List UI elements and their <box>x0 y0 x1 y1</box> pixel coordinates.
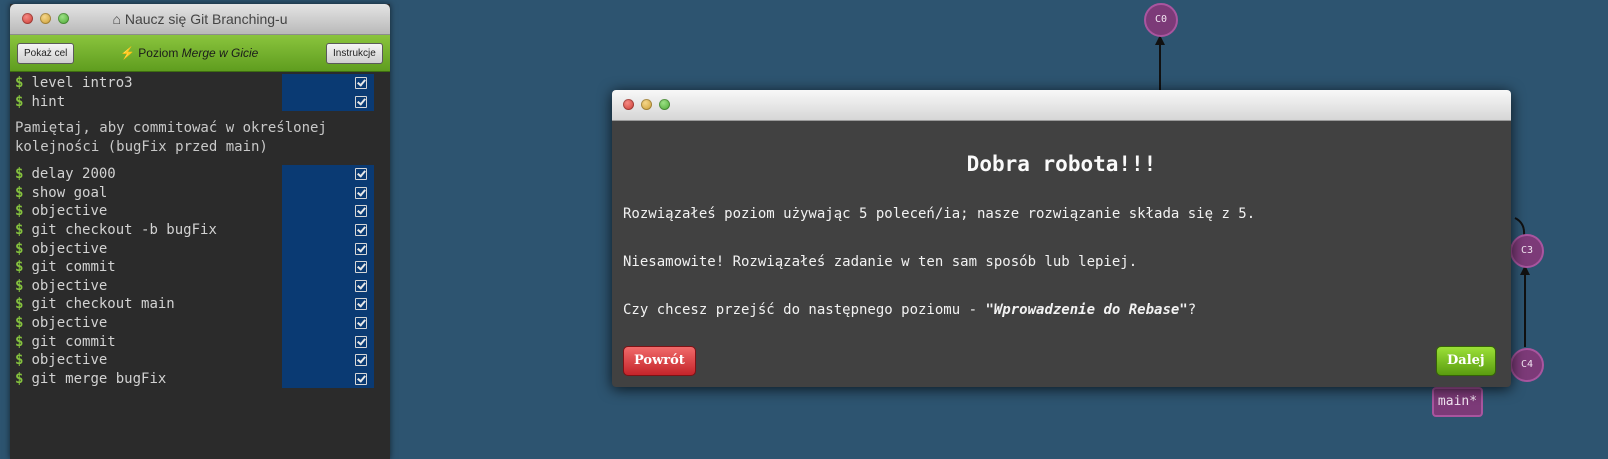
command-row: $ git merge bugFix <box>10 369 390 389</box>
dialog-next-level-question: Czy chcesz przejść do następnego poziomu… <box>623 302 1196 318</box>
next-button[interactable]: Dalej <box>1436 346 1496 376</box>
command-row: $ show goal <box>10 183 390 203</box>
checkbox-checked-icon <box>355 335 367 348</box>
prompt-symbol: $ <box>15 166 24 183</box>
level-name: Merge w Gicie <box>181 46 259 60</box>
dialog-result-line: Rozwiązałeś poziom używając 5 poleceń/ia… <box>623 206 1256 222</box>
command-text: objective <box>31 314 108 331</box>
prompt-symbol: $ <box>15 259 24 276</box>
prompt-symbol: $ <box>15 370 24 387</box>
command-row: $ hint <box>10 92 390 112</box>
terminal-title: ⌂ Naucz się Git Branching-u <box>10 11 390 27</box>
home-icon: ⌂ <box>112 11 121 27</box>
command-text: level intro3 <box>31 75 133 91</box>
branch-label-main[interactable]: main* <box>1432 387 1483 417</box>
prompt-symbol: $ <box>15 333 24 350</box>
command-text: hint <box>31 93 66 110</box>
instructions-button[interactable]: Instrukcje <box>326 43 383 64</box>
command-text: git checkout -b bugFix <box>31 221 217 238</box>
checkbox-checked-icon <box>355 298 367 311</box>
checkbox-checked-icon <box>355 261 367 274</box>
command-text: objective <box>31 203 108 220</box>
next-level-prefix: Czy chcesz przejść do następnego poziomu… <box>623 302 986 318</box>
checkbox-checked-icon <box>355 316 367 329</box>
app-title: Naucz się Git Branching-u <box>124 11 288 27</box>
command-text: git commit <box>31 333 116 350</box>
checkbox-checked-icon <box>355 354 367 367</box>
command-row: $ level intro3 <box>10 74 390 93</box>
level-prefix: Poziom <box>138 46 179 60</box>
checkbox-checked-icon <box>355 168 367 181</box>
command-row: $ delay 2000 <box>10 165 390 184</box>
command-text: objective <box>31 352 108 369</box>
prompt-symbol: $ <box>15 296 24 313</box>
command-text: git checkout main <box>31 296 175 313</box>
prompt-symbol: $ <box>15 203 24 220</box>
checkbox-checked-icon <box>355 77 367 89</box>
dialog-titlebar <box>612 90 1511 121</box>
checkbox-checked-icon <box>355 242 367 255</box>
command-row: $ git checkout -b bugFix <box>10 220 390 240</box>
level-complete-dialog: Dobra robota!!! Rozwiązałeś poziom używa… <box>612 90 1511 387</box>
prompt-symbol: $ <box>15 221 24 238</box>
terminal-output: $ level intro3 $ hint Pamiętaj, aby commit… <box>10 72 390 389</box>
edge-c3-curve <box>1514 217 1526 236</box>
prompt-symbol: $ <box>15 240 24 257</box>
command-row: $ git checkout main <box>10 295 390 314</box>
checkbox-checked-icon <box>355 279 367 292</box>
checkbox-checked-icon <box>355 95 367 108</box>
dialog-heading: Dobra robota!!! <box>966 152 1157 176</box>
lightning-icon: ⚡ <box>120 46 135 60</box>
dialog-praise-line: Niesamowite! Rozwiązałeś zadanie w ten s… <box>623 254 1138 270</box>
terminal-titlebar: ⌂ Naucz się Git Branching-u <box>10 4 390 35</box>
dialog-close-icon[interactable] <box>623 99 634 110</box>
checkbox-checked-icon <box>355 372 367 385</box>
show-goal-button[interactable]: Pokaż cel <box>17 43 75 64</box>
command-row: $ git commit <box>10 332 390 352</box>
command-row: $ objective <box>10 276 390 296</box>
command-row: $ objective <box>10 239 390 259</box>
command-row: $ objective <box>10 351 390 370</box>
checkbox-checked-icon <box>355 205 367 218</box>
prompt-symbol: $ <box>15 352 24 369</box>
checkbox-checked-icon <box>355 223 367 236</box>
prompt-symbol: $ <box>15 277 24 294</box>
command-text: show goal <box>31 184 108 201</box>
command-row: $ git commit <box>10 258 390 277</box>
prompt-symbol: $ <box>15 184 24 201</box>
checkbox-checked-icon <box>355 186 367 199</box>
terminal-toolbar: Pokaż cel ⚡ Poziom Merge w Gicie Instruk… <box>10 35 390 72</box>
prompt-symbol: $ <box>15 75 24 91</box>
command-row: $ objective <box>10 313 390 333</box>
command-row: $ objective <box>10 202 390 221</box>
prompt-symbol: $ <box>15 314 24 331</box>
level-indicator: ⚡ Poziom Merge w Gicie <box>120 46 258 60</box>
dialog-maximize-icon[interactable] <box>659 99 670 110</box>
terminal-window: ⌂ Naucz się Git Branching-u Pokaż cel ⚡ … <box>10 4 390 459</box>
commit-node-c0[interactable]: C0 <box>1144 3 1178 37</box>
command-text: objective <box>31 240 108 257</box>
hint-message: Pamiętaj, aby commitować w określonej ko… <box>15 120 327 156</box>
commit-node-c4[interactable]: C4 <box>1510 348 1544 382</box>
prompt-symbol: $ <box>15 93 24 110</box>
back-button[interactable]: Powrót <box>623 346 696 376</box>
command-text: git merge bugFix <box>31 370 167 387</box>
command-text: objective <box>31 277 108 294</box>
next-level-suffix: ? <box>1187 302 1197 318</box>
next-level-name: "Wprowadzenie do Rebase" <box>985 302 1188 318</box>
dialog-minimize-icon[interactable] <box>641 99 652 110</box>
command-text: delay 2000 <box>31 166 116 183</box>
command-text: git commit <box>31 259 116 276</box>
commit-node-c3[interactable]: C3 <box>1510 234 1544 268</box>
